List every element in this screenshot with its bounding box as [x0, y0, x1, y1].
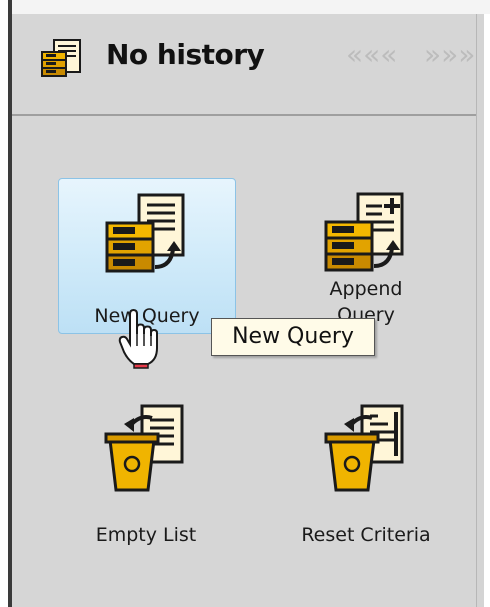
actions-panel: New Query Append Query Empty List Reset …: [12, 116, 476, 607]
query-history-icon: [40, 38, 84, 89]
reset-criteria-icon: [316, 402, 412, 503]
history-title: No history: [106, 38, 265, 71]
history-forward-button[interactable]: »»»: [424, 41, 475, 69]
new-query-tooltip: New Query: [211, 318, 375, 356]
new-query-icon: [97, 189, 193, 290]
history-header: No history ««« »»»: [12, 14, 476, 116]
reset-criteria-label: Reset Criteria: [301, 524, 431, 546]
query-panel-window: No history ««« »»» New Query Append Quer…: [0, 0, 490, 607]
append-query-label-line1: Append: [329, 278, 403, 300]
window-margin-right: [484, 14, 490, 607]
history-back-button[interactable]: «««: [346, 41, 397, 69]
reset-criteria-button[interactable]: Reset Criteria: [278, 392, 454, 546]
append-query-icon: [316, 188, 412, 289]
empty-list-icon: [96, 402, 192, 503]
window-margin: [0, 0, 8, 607]
append-query-button[interactable]: Append Query: [278, 178, 454, 332]
empty-list-label: Empty List: [95, 524, 197, 546]
top-strip: [10, 0, 490, 14]
empty-list-button[interactable]: Empty List: [58, 392, 234, 546]
hand-cursor-icon: [118, 308, 162, 375]
